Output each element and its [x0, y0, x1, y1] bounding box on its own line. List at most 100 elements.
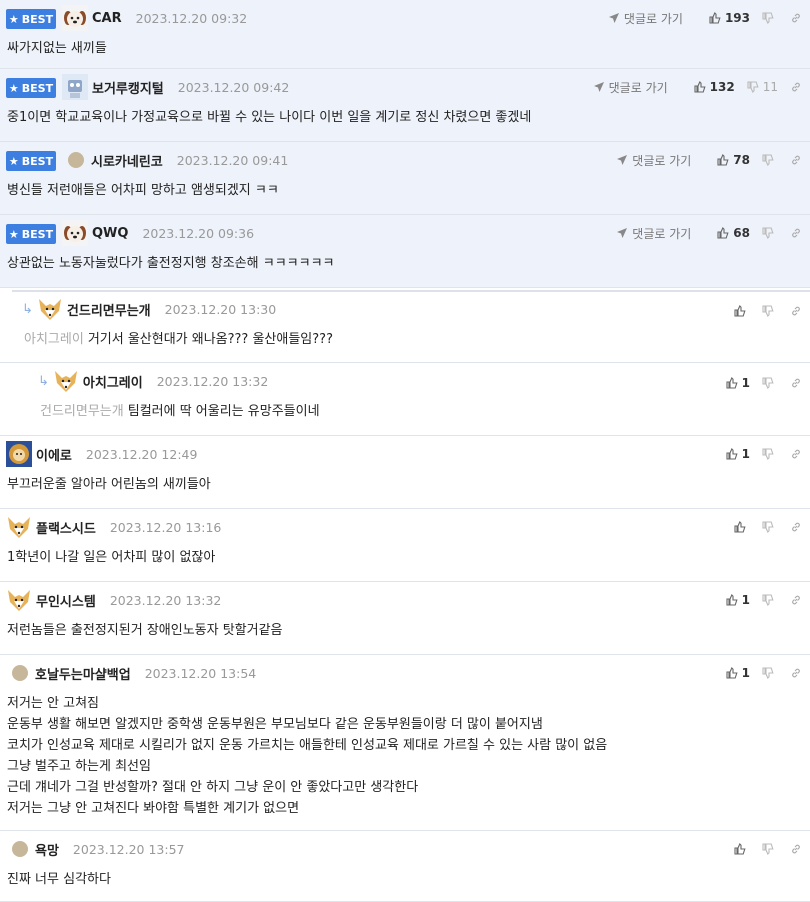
downvote-count: 11: [762, 80, 778, 94]
author-nickname[interactable]: 욕망: [35, 840, 59, 859]
comment-header: 무인시스템 2023.12.20 13:32: [6, 582, 221, 618]
dog-avatar[interactable]: [62, 5, 88, 31]
fox-avatar[interactable]: [6, 587, 32, 613]
thumbs-down-icon: [762, 521, 774, 533]
dog-avatar[interactable]: [62, 220, 88, 246]
downvote-button[interactable]: [762, 377, 778, 389]
comment-body: 중1이면 학교교육이나 가정교육으로 바뀔 수 있는 나이다 이번 일을 계기로…: [7, 107, 531, 128]
comment-header: QWQ 2023.12.20 09:36: [62, 215, 254, 251]
copy-link-button[interactable]: [790, 227, 802, 239]
author-nickname[interactable]: 시로카네린코: [91, 151, 163, 170]
author-nickname[interactable]: 아치그레이: [83, 372, 143, 391]
comment-text: 거기서 울산현대가 왜나옴??? 울산애들임???: [87, 332, 333, 347]
author-nickname[interactable]: 플랙스시드: [36, 518, 96, 537]
thumbs-up-icon: [734, 843, 746, 855]
upvote-button[interactable]: [734, 305, 750, 317]
author-nickname[interactable]: 이에로: [36, 445, 72, 464]
go-to-reply-link[interactable]: 댓글로 가기: [616, 225, 691, 242]
comment-date: 2023.12.20 13:32: [109, 592, 222, 608]
link-icon: [790, 448, 802, 460]
go-to-reply-link[interactable]: 댓글로 가기: [593, 79, 668, 96]
mention-nickname[interactable]: 건드리면무는개: [40, 404, 124, 419]
comment: ↳ 건드리면무는개 2023.12.20 13:30 아치그레이 거기서 울산현대가 왜…: [0, 291, 810, 363]
upvote-button[interactable]: 1: [726, 593, 750, 607]
fox-avatar[interactable]: [53, 368, 79, 394]
thumbs-up-icon: [694, 81, 706, 93]
author-nickname[interactable]: CAR: [92, 11, 122, 26]
comment-date: 2023.12.20 09:41: [176, 152, 289, 168]
thumbs-down-icon: [762, 305, 774, 317]
upvote-button[interactable]: 132: [694, 80, 735, 94]
comment-text: 운동부 생활 해보면 알겠지만 중학생 운동부원은 부모님보다 같은 운동부원들…: [7, 717, 543, 732]
best-comment: ★ BEST 시로카네린코 2023.12.20 09:41 댓글로 가기 78 병신들 저…: [0, 142, 810, 215]
downvote-button[interactable]: [762, 521, 778, 533]
downvote-button[interactable]: [762, 305, 778, 317]
best-badge: ★ BEST: [6, 78, 56, 98]
copy-link-button[interactable]: [790, 81, 802, 93]
comment-body: 진짜 너무 심각하다: [7, 869, 111, 890]
upvote-button[interactable]: 78: [717, 153, 750, 167]
comment: 무인시스템 2023.12.20 13:32 1 저런놈들은 출전정지된거 장애인노동…: [0, 582, 810, 655]
copy-link-button[interactable]: [790, 448, 802, 460]
downvote-button[interactable]: [762, 154, 778, 166]
comment: ↳ 아치그레이 2023.12.20 13:32 1 건드리면무는개 팀컬러에 딱 어울리…: [0, 363, 810, 436]
downvote-button[interactable]: [762, 843, 778, 855]
upvote-button[interactable]: 1: [726, 376, 750, 390]
upvote-button[interactable]: 193: [709, 11, 750, 25]
copy-link-button[interactable]: [790, 594, 802, 606]
dot-avatar[interactable]: [12, 665, 28, 681]
comment-line: 아치그레이 거기서 울산현대가 왜나옴??? 울산애들임???: [24, 329, 333, 350]
star-icon: ★: [8, 154, 19, 168]
copy-link-button[interactable]: [790, 12, 802, 24]
comment-line: 저거는 안 고쳐짐: [7, 693, 607, 714]
downvote-button[interactable]: [762, 448, 778, 460]
dot-avatar[interactable]: [68, 152, 84, 168]
comment-text: 저거는 그냥 안 고쳐진다 봐야함 특별한 계기가 없으면: [7, 801, 300, 816]
comment-text: 병신들 저런애들은 어차피 망하고 앰생되겠지 ㅋㅋ: [7, 183, 279, 198]
go-to-reply-link[interactable]: 댓글로 가기: [608, 10, 683, 27]
copy-link-button[interactable]: [790, 667, 802, 679]
copy-link-button[interactable]: [790, 521, 802, 533]
robot-avatar[interactable]: [62, 74, 88, 100]
comment-line: 부끄러운줄 알아라 어린놈의 새끼들아: [7, 474, 211, 495]
mention-nickname[interactable]: 아치그레이: [24, 332, 84, 347]
upvote-button[interactable]: [734, 843, 750, 855]
comment-date: 2023.12.20 12:49: [85, 446, 198, 462]
lion-avatar[interactable]: [6, 441, 32, 467]
author-nickname[interactable]: QWQ: [92, 226, 128, 241]
upvote-button[interactable]: 68: [717, 226, 750, 240]
comment-actions: [722, 293, 802, 329]
comment-header: 욕망 2023.12.20 13:57: [6, 831, 185, 867]
author-nickname[interactable]: 무인시스템: [36, 591, 96, 610]
best-badge-label: BEST: [21, 227, 54, 241]
fox-avatar[interactable]: [37, 296, 63, 322]
downvote-button[interactable]: 11: [747, 80, 778, 94]
upvote-button[interactable]: 1: [726, 666, 750, 680]
author-nickname[interactable]: 보거루캥지털: [92, 78, 164, 97]
comment-line: 근데 걔네가 그걸 반성할까? 절대 안 하지 그냥 운이 안 좋았다고만 생각…: [7, 777, 607, 798]
copy-link-button[interactable]: [790, 843, 802, 855]
comment-body: 저거는 안 고쳐짐운동부 생활 해보면 알겠지만 중학생 운동부원은 부모님보다…: [7, 693, 607, 819]
downvote-button[interactable]: [762, 12, 778, 24]
upvote-button[interactable]: 1: [726, 447, 750, 461]
comment-header: CAR 2023.12.20 09:32: [62, 0, 247, 36]
author-nickname[interactable]: 건드리면무는개: [67, 300, 151, 319]
fox-avatar[interactable]: [6, 514, 32, 540]
author-nickname[interactable]: 호날두는마샬백업: [35, 664, 131, 683]
dot-avatar[interactable]: [12, 841, 28, 857]
link-icon: [790, 154, 802, 166]
best-badge: ★ BEST: [6, 224, 56, 244]
link-icon: [790, 843, 802, 855]
comment-line: 병신들 저런애들은 어차피 망하고 앰생되겠지 ㅋㅋ: [7, 180, 279, 201]
downvote-button[interactable]: [762, 227, 778, 239]
downvote-button[interactable]: [762, 594, 778, 606]
downvote-button[interactable]: [762, 667, 778, 679]
copy-link-button[interactable]: [790, 305, 802, 317]
copy-link-button[interactable]: [790, 154, 802, 166]
comment-header: ↳ 아치그레이 2023.12.20 13:32: [38, 363, 268, 399]
copy-link-button[interactable]: [790, 377, 802, 389]
go-to-reply-link[interactable]: 댓글로 가기: [616, 152, 691, 169]
thumbs-up-icon: [734, 521, 746, 533]
link-icon: [790, 12, 802, 24]
upvote-button[interactable]: [734, 521, 750, 533]
